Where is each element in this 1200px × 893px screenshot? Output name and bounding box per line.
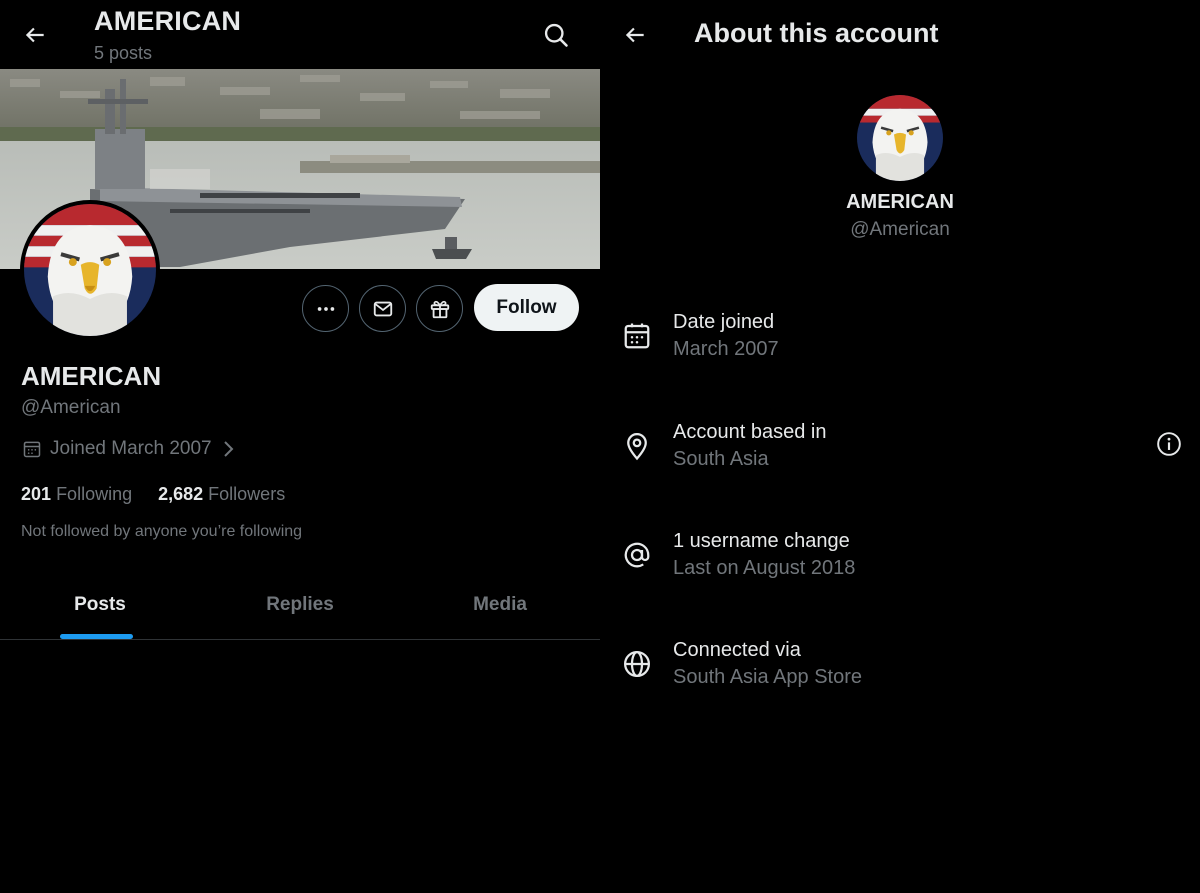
gift-button[interactable] bbox=[416, 285, 463, 332]
about-display-name: AMERICAN bbox=[846, 191, 954, 213]
info-row-connected-via: Connected via South Asia App Store bbox=[622, 639, 1182, 695]
follow-button[interactable]: Follow bbox=[474, 284, 579, 331]
info-value: South Asia App Store bbox=[673, 666, 863, 688]
profile-display-name: AMERICAN bbox=[21, 361, 162, 391]
info-value: Last on August 2018 bbox=[673, 557, 856, 579]
active-tab-indicator bbox=[60, 634, 133, 639]
profile-avatar[interactable] bbox=[20, 200, 160, 340]
following-label: Following bbox=[56, 484, 133, 504]
info-label: Connected via bbox=[673, 639, 801, 661]
profile-tabs: Posts Replies Media bbox=[0, 580, 600, 640]
calendar-icon bbox=[23, 441, 41, 458]
info-row-date-joined: Date joined March 2007 bbox=[622, 311, 1182, 367]
tab-media-label: Media bbox=[473, 594, 527, 615]
info-value: March 2007 bbox=[673, 338, 779, 360]
location-pin-icon bbox=[627, 433, 647, 461]
following-count: 201 bbox=[21, 484, 52, 504]
info-row-username-change: 1 username change Last on August 2018 bbox=[622, 530, 1182, 586]
followers-link[interactable]: 2,682 Followers bbox=[158, 484, 285, 505]
header-title: AMERICAN bbox=[94, 6, 242, 36]
info-label: Account based in bbox=[673, 421, 827, 443]
at-sign-icon bbox=[624, 542, 650, 568]
search-icon[interactable] bbox=[542, 21, 570, 49]
back-arrow-icon[interactable] bbox=[622, 22, 648, 48]
about-avatar bbox=[857, 95, 943, 181]
chevron-right-icon bbox=[223, 441, 234, 457]
info-value: South Asia bbox=[673, 448, 769, 470]
globe-icon bbox=[624, 651, 650, 677]
joined-date-text: Joined March 2007 bbox=[50, 438, 212, 459]
following-link[interactable]: 201 Following bbox=[21, 484, 132, 505]
about-handle: @American bbox=[850, 219, 950, 240]
message-button[interactable] bbox=[359, 285, 406, 332]
info-label: Date joined bbox=[673, 311, 775, 333]
mutual-followers-note: Not followed by anyone you’re following bbox=[21, 523, 303, 540]
info-label: 1 username change bbox=[673, 530, 850, 552]
more-options-button[interactable] bbox=[302, 285, 349, 332]
followers-count: 2,682 bbox=[158, 484, 204, 504]
follow-counts: 201 Following 2,682 Followers bbox=[21, 484, 285, 505]
calendar-icon bbox=[624, 323, 650, 349]
more-dots-icon bbox=[317, 306, 334, 311]
post-count: 5 posts bbox=[94, 43, 153, 63]
tab-replies-label: Replies bbox=[266, 594, 334, 615]
tab-replies[interactable]: Replies bbox=[200, 580, 400, 639]
joined-date-link[interactable]: Joined March 2007 bbox=[22, 438, 236, 460]
tab-media[interactable]: Media bbox=[400, 580, 600, 639]
envelope-icon bbox=[373, 301, 392, 316]
info-row-account-based-in: Account based in South Asia bbox=[622, 421, 1182, 477]
info-circle-icon[interactable] bbox=[1156, 431, 1182, 457]
about-title: About this account bbox=[694, 18, 939, 48]
profile-handle: @American bbox=[21, 397, 121, 418]
gift-icon bbox=[430, 300, 449, 318]
profile-panel: AMERICAN 5 posts Follow AMERICAN @Americ… bbox=[0, 0, 600, 893]
back-arrow-icon[interactable] bbox=[22, 22, 48, 48]
tab-posts-label: Posts bbox=[74, 594, 126, 615]
followers-label: Followers bbox=[208, 484, 286, 504]
tab-posts[interactable]: Posts bbox=[0, 580, 200, 639]
